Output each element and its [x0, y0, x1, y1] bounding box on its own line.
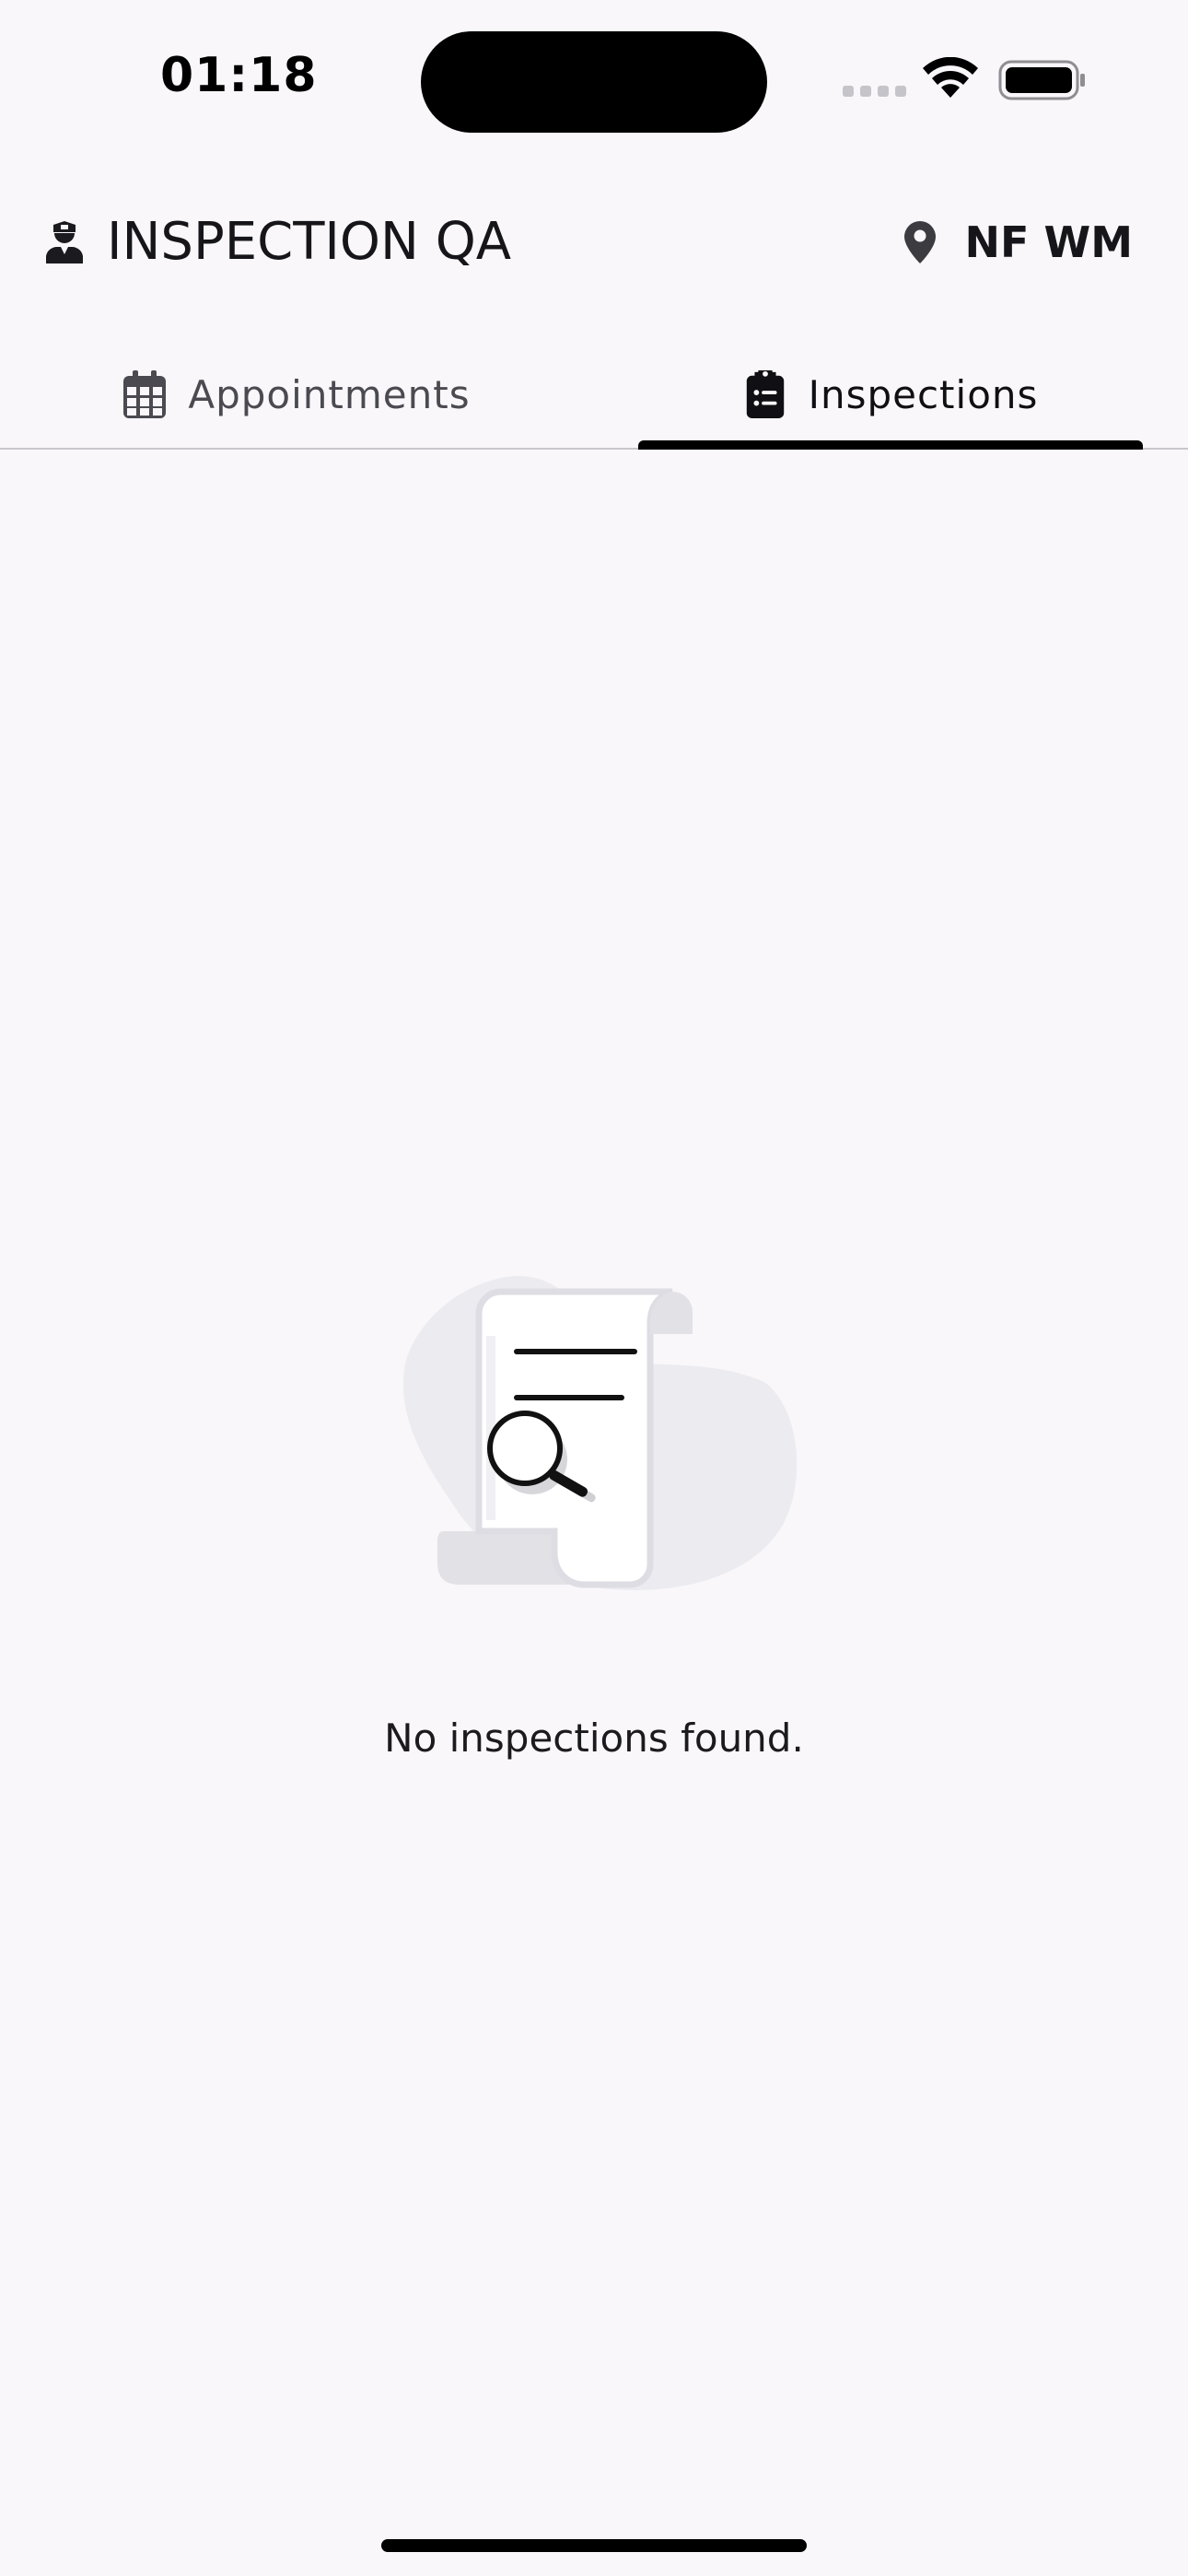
calendar-icon — [123, 370, 167, 418]
status-time: 01:18 — [160, 48, 318, 103]
screen: 01:18 INSPECTION QA NF WM Appointments I… — [0, 0, 1188, 2576]
home-indicator[interactable] — [381, 2539, 807, 2552]
empty-state-message: No inspections found. — [384, 1715, 804, 1761]
tab-inspections[interactable]: Inspections — [594, 341, 1188, 448]
app-title: INSPECTION QA — [107, 212, 512, 272]
tab-appointments-label: Appointments — [188, 371, 471, 417]
inspector-icon — [46, 220, 83, 263]
document-search-illustration — [402, 1275, 798, 1591]
map-pin-icon — [903, 221, 936, 263]
cellular-signal-icon — [843, 86, 906, 97]
clipboard-list-icon — [746, 370, 784, 418]
tab-inspections-label: Inspections — [808, 371, 1039, 417]
dynamic-island — [421, 31, 767, 133]
app-header-title-group: INSPECTION QA — [46, 207, 511, 276]
wifi-icon — [923, 57, 978, 98]
tab-bar: Appointments Inspections — [0, 341, 1188, 450]
battery-icon — [998, 60, 1085, 100]
location-label: NF WM — [964, 217, 1133, 267]
location-selector[interactable]: NF WM — [903, 212, 1133, 273]
selected-tab-indicator — [638, 440, 1143, 450]
tab-appointments[interactable]: Appointments — [0, 341, 594, 448]
